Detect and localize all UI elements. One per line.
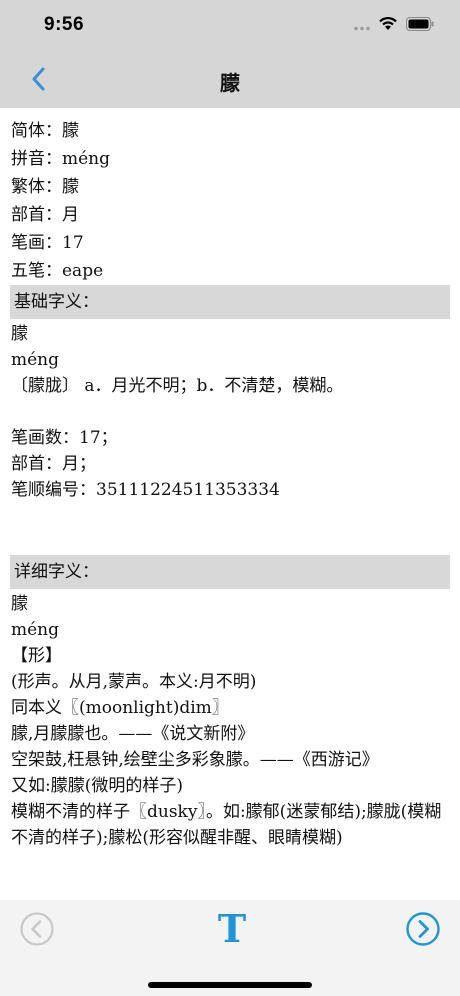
detail-line: (形声。从月,蒙声。本义:月不明) bbox=[11, 672, 257, 692]
svg-text:T: T bbox=[218, 908, 246, 948]
status-icons bbox=[354, 16, 434, 35]
basic-meaning-header: 基础字义： bbox=[10, 285, 450, 319]
info-simplified: 简体：朦 bbox=[11, 121, 79, 141]
home-indicator bbox=[148, 982, 312, 988]
next-button[interactable] bbox=[405, 911, 441, 947]
basic-line bbox=[0, 529, 460, 555]
basic-line: 〔朦胧〕 a．月光不明；b．不清楚，模糊。 bbox=[11, 376, 344, 396]
detail-line: 模糊不清的样子〖dusky〗。如:朦郁(迷蒙郁结);朦胧(模糊不清的样子);朦松… bbox=[11, 802, 442, 848]
ellipsis-icon bbox=[354, 16, 370, 35]
info-strokes: 笔画：17 bbox=[11, 233, 84, 253]
detail-meaning-header: 详细字义： bbox=[10, 555, 450, 589]
basic-line: 朦 bbox=[11, 324, 28, 344]
status-time: 9:56 bbox=[44, 14, 85, 35]
basic-line: 部首：月； bbox=[11, 454, 96, 474]
font-size-button[interactable]: T bbox=[212, 906, 252, 951]
detail-line: 空架鼓,枉悬钟,绘壁尘多彩象朦。——《西游记》 bbox=[11, 750, 379, 770]
detail-line: 朦,月朦朦也。——《说文新附》 bbox=[11, 724, 255, 744]
text-format-icon: T bbox=[218, 906, 246, 951]
status-bar: 9:56 bbox=[0, 0, 460, 50]
info-list: 简体：朦 拼音：méng 繁体：朦 部首：月 笔画：17 五笔：eape bbox=[0, 117, 460, 285]
previous-button[interactable] bbox=[19, 911, 55, 947]
chevron-left-circle-icon bbox=[20, 912, 54, 946]
basic-line: 笔画数：17； bbox=[11, 428, 118, 448]
navigation-bar: 朦 bbox=[0, 50, 460, 108]
content-scroll-area[interactable]: 简体：朦 拼音：méng 繁体：朦 部首：月 笔画：17 五笔：eape 基础字… bbox=[0, 108, 460, 900]
chevron-right-circle-icon bbox=[406, 912, 440, 946]
detail-line: méng bbox=[11, 620, 60, 640]
basic-line bbox=[0, 399, 460, 425]
basic-line bbox=[0, 503, 460, 529]
info-traditional: 繁体：朦 bbox=[11, 177, 79, 197]
info-radical: 部首：月 bbox=[11, 205, 79, 225]
detail-line: 朦 bbox=[11, 594, 28, 614]
detail-line: 【形】 bbox=[11, 646, 62, 666]
basic-line: 笔顺编号：35111224511353334 bbox=[11, 480, 280, 500]
detail-meaning-body: 朦 méng 【形】 (形声。从月,蒙声。本义:月不明) 同本义〖(moonli… bbox=[0, 589, 460, 851]
page-title: 朦 bbox=[220, 71, 240, 95]
info-wubi: 五笔：eape bbox=[11, 261, 104, 281]
battery-icon bbox=[406, 16, 434, 35]
info-pinyin: 拼音：méng bbox=[11, 149, 111, 169]
basic-meaning-body: 朦 méng 〔朦胧〕 a．月光不明；b．不清楚，模糊。 笔画数：17； 部首：… bbox=[0, 319, 460, 555]
detail-line: 同本义〖(moonlight)dim〗 bbox=[11, 698, 229, 718]
basic-line: méng bbox=[11, 350, 60, 370]
wifi-icon bbox=[378, 16, 398, 35]
detail-line: 又如:朦朦(微明的样子) bbox=[11, 776, 183, 796]
